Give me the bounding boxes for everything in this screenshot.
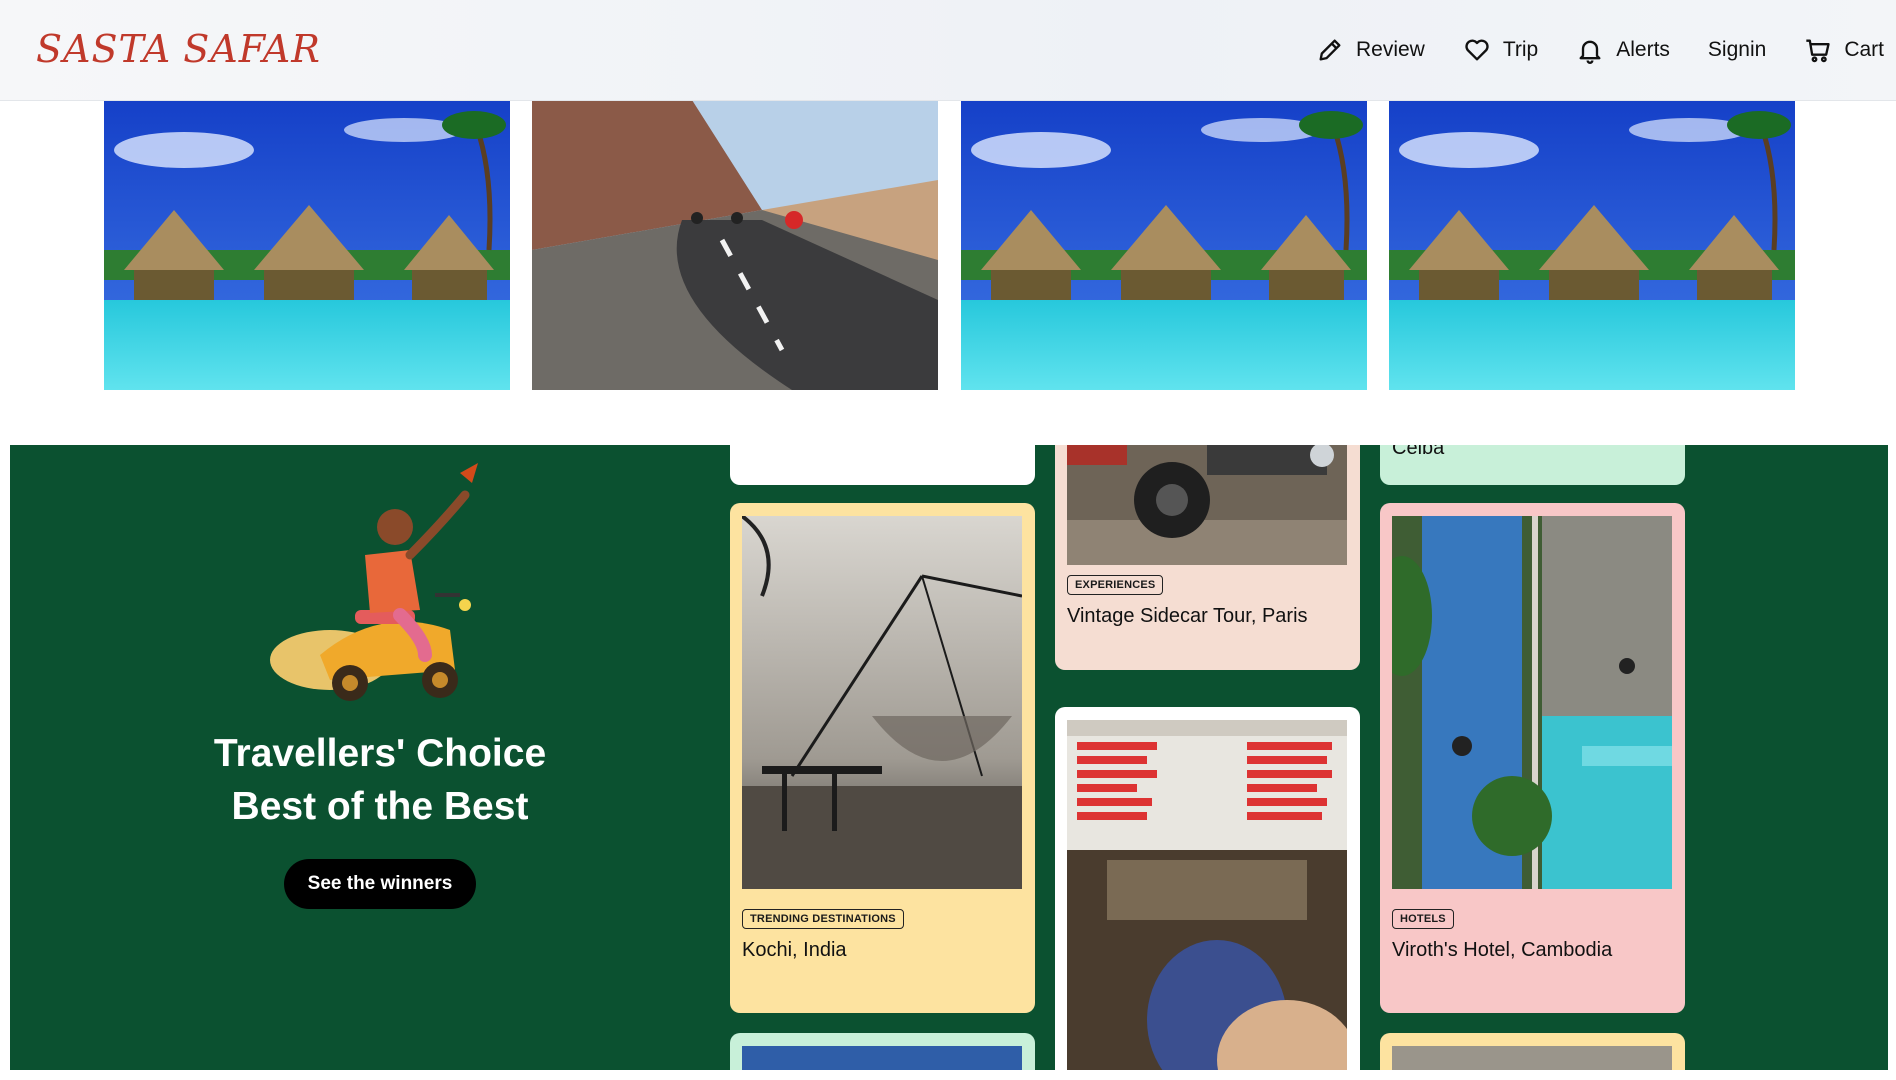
promo-title: Travellers' Choice Best of the Best [213,732,547,828]
bungalow-photo [104,100,510,390]
bungalow-photo [1389,100,1795,390]
nav-alerts-label: Alerts [1616,38,1670,61]
destination-card-ceiba[interactable]: Ceiba [1380,445,1685,485]
taco-menu-photo [1067,720,1347,1070]
brand-word-left: SASTA [36,27,172,71]
brand-logo[interactable]: SASTA SAFAR [36,14,320,84]
destination-card-partial[interactable] [1380,1033,1685,1070]
category-tag: TRENDING DESTINATIONS [742,909,904,929]
sidecar-photo [1067,445,1347,565]
fishing-net-photo [742,516,1022,889]
pencil-icon [1319,39,1341,61]
destination-card-partial[interactable] [730,445,1035,485]
cart-icon [1806,39,1830,63]
destination-card-viroth[interactable]: HOTELS Viroth's Hotel, Cambodia [1380,503,1685,1013]
nav-trip-label: Trip [1502,38,1539,61]
top-header: SASTA SAFAR Review Trip Alerts Signin Ca… [0,0,1896,101]
strip-image-bungalows[interactable] [961,100,1367,390]
nav-signin-label: Signin [1707,38,1767,61]
strip-image-bungalows[interactable] [1389,100,1795,390]
brand-word-right: SAFAR [183,27,321,71]
sidecar-motorbike-photo [1067,445,1347,565]
strip-image-road[interactable] [532,100,938,390]
taco-shop-photo [1067,720,1347,1070]
destination-card-kochi[interactable]: TRENDING DESTINATIONS Kochi, India [730,503,1035,1013]
travellers-choice-promo: Travellers' Choice Best of the Best See … [210,445,550,909]
nav-cart-label: Cart [1844,38,1884,61]
bell-icon [1579,40,1601,64]
card-title: Viroth's Hotel, Cambodia [1392,939,1613,961]
nav-review[interactable]: Review [1316,36,1425,64]
see-winners-button[interactable]: See the winners [283,859,477,909]
category-tag: EXPERIENCES [1067,575,1164,595]
card-title: Ceiba [1392,445,1445,459]
nav-cart[interactable]: Cart [1804,36,1884,64]
card-photo-partial [1392,1046,1672,1070]
main-nav: Review Trip Alerts Signin Cart [1316,0,1896,100]
hotel-pool-photo [1392,516,1672,889]
kochi-photo [742,516,1022,889]
category-tag: HOTELS [1392,909,1454,929]
destination-card-partial[interactable] [730,1033,1035,1070]
strip-image-bungalows[interactable] [104,100,510,390]
heart-icon [1465,39,1489,61]
bungalow-photo [961,100,1367,390]
card-title: Vintage Sidecar Tour, Paris [1067,605,1308,627]
nav-trip[interactable]: Trip [1463,36,1538,64]
scooter-rider-illustration [270,463,478,701]
destination-card-sidecar[interactable]: EXPERIENCES Vintage Sidecar Tour, Paris [1055,445,1360,670]
best-of-best-section: Travellers' Choice Best of the Best See … [10,445,1888,1070]
hotel-photo [1392,516,1672,889]
motorbike-road-photo [532,100,938,390]
nav-signin[interactable]: Signin [1708,38,1766,62]
nav-review-label: Review [1355,38,1425,61]
card-photo-partial [742,1046,1022,1070]
featured-image-strip [0,100,1896,390]
destination-card-tacos[interactable] [1055,707,1360,1070]
card-title: Kochi, India [742,939,847,961]
nav-alerts[interactable]: Alerts [1576,36,1670,64]
